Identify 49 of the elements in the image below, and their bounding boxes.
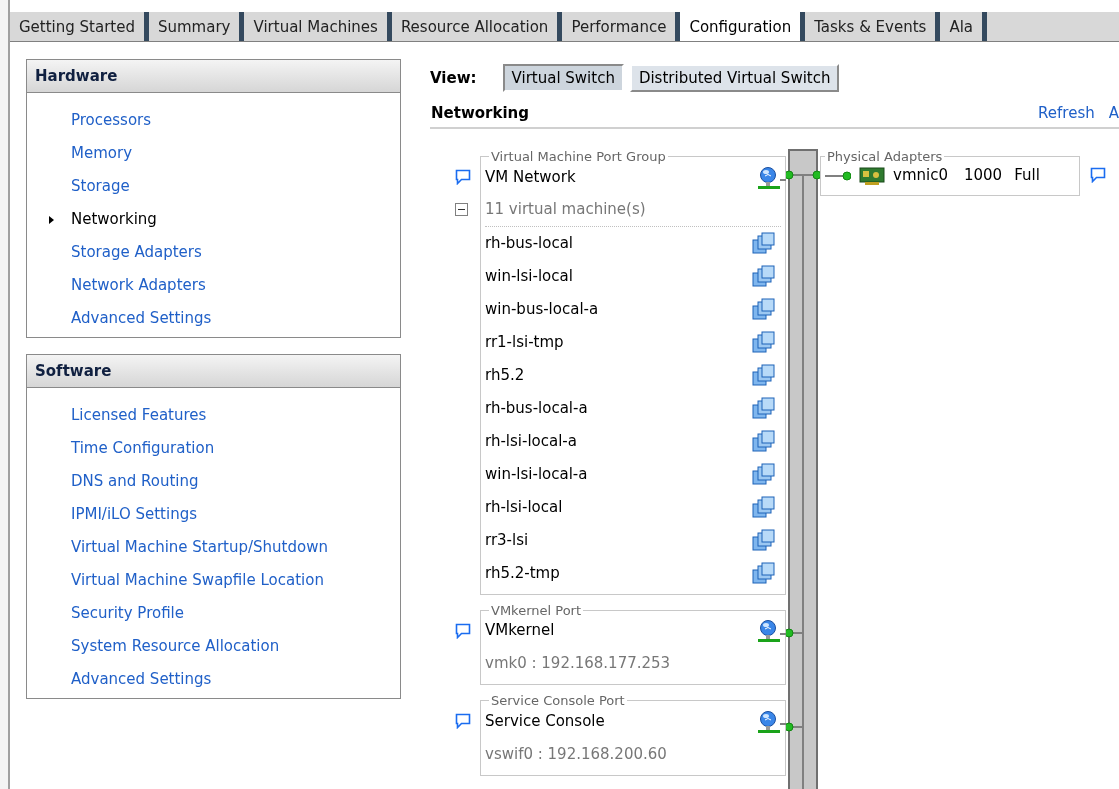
nav-link[interactable]: Virtual Machine Swapfile Location <box>71 569 324 592</box>
vm-name: rh-bus-local-a <box>485 397 588 419</box>
nav-link[interactable]: DNS and Routing <box>71 470 199 493</box>
link[interactable]: Refresh <box>1038 102 1095 125</box>
nav-link[interactable]: Storage Adapters <box>71 241 202 264</box>
port-group-name: VM Network <box>485 166 576 188</box>
vm-name: win-bus-local-a <box>485 298 599 320</box>
nav-link[interactable]: System Resource Allocation <box>71 635 280 658</box>
group-legend: Service Console Port <box>489 691 627 711</box>
panel-header: Software <box>27 355 400 388</box>
tab[interactable]: Configuration <box>680 12 806 41</box>
adapter-duplex: Full <box>1014 165 1040 187</box>
group-legend: VMkernel Port <box>489 600 584 620</box>
nav-link[interactable]: Virtual Machine Startup/Shutdown <box>71 536 328 559</box>
nav-link[interactable]: Network Adapters <box>71 274 206 297</box>
port-address: vswif0 : 192.168.200.60 <box>485 743 667 765</box>
view-toggle-button[interactable]: Virtual Switch <box>502 64 624 93</box>
nav-link[interactable]: Time Configuration <box>71 437 215 460</box>
vm-name: rh-lsi-local-a <box>485 430 577 452</box>
port-group-name: Service Console <box>485 710 605 732</box>
nav-link[interactable]: Memory <box>71 142 132 165</box>
section-title: Networking <box>430 103 529 125</box>
panel-header: Hardware <box>27 60 400 93</box>
port-address: vmk0 : 192.168.177.253 <box>485 653 671 675</box>
nav-link[interactable]: Networking <box>71 208 157 231</box>
nav-link[interactable]: IPMI/iLO Settings <box>71 503 197 526</box>
vm-name: win-lsi-local-a <box>485 463 588 485</box>
vm-name: win-lsi-local <box>485 265 573 287</box>
view-toggle-button[interactable]: Distributed Virtual Switch <box>629 64 840 93</box>
nav-link[interactable]: Advanced Settings <box>71 307 212 330</box>
port-group-name: VMkernel <box>485 620 555 642</box>
link[interactable]: A <box>1108 102 1119 125</box>
vm-name: rh-lsi-local <box>485 496 563 518</box>
nav-link[interactable]: Storage <box>71 175 130 198</box>
view-label: View: <box>430 67 477 89</box>
vm-name: rr3-lsi <box>485 529 529 551</box>
nav-link[interactable]: Security Profile <box>71 602 184 625</box>
vm-name: rh5.2-tmp <box>485 562 560 584</box>
vm-name: rr1-lsi-tmp <box>485 331 564 353</box>
vm-count: 11 virtual machine(s) <box>485 199 646 221</box>
adapter-name: vmnic0 <box>893 165 948 187</box>
group-legend: Physical Adapters <box>825 147 945 167</box>
nav-link[interactable]: Processors <box>71 109 152 132</box>
adapter-speed: 1000 <box>963 165 1003 187</box>
nav-link[interactable]: Advanced Settings <box>71 668 212 691</box>
group-legend: Virtual Machine Port Group <box>489 147 668 167</box>
vm-name: rh5.2 <box>485 364 525 386</box>
vm-name: rh-bus-local <box>485 232 574 254</box>
nav-link[interactable]: Licensed Features <box>71 404 207 427</box>
